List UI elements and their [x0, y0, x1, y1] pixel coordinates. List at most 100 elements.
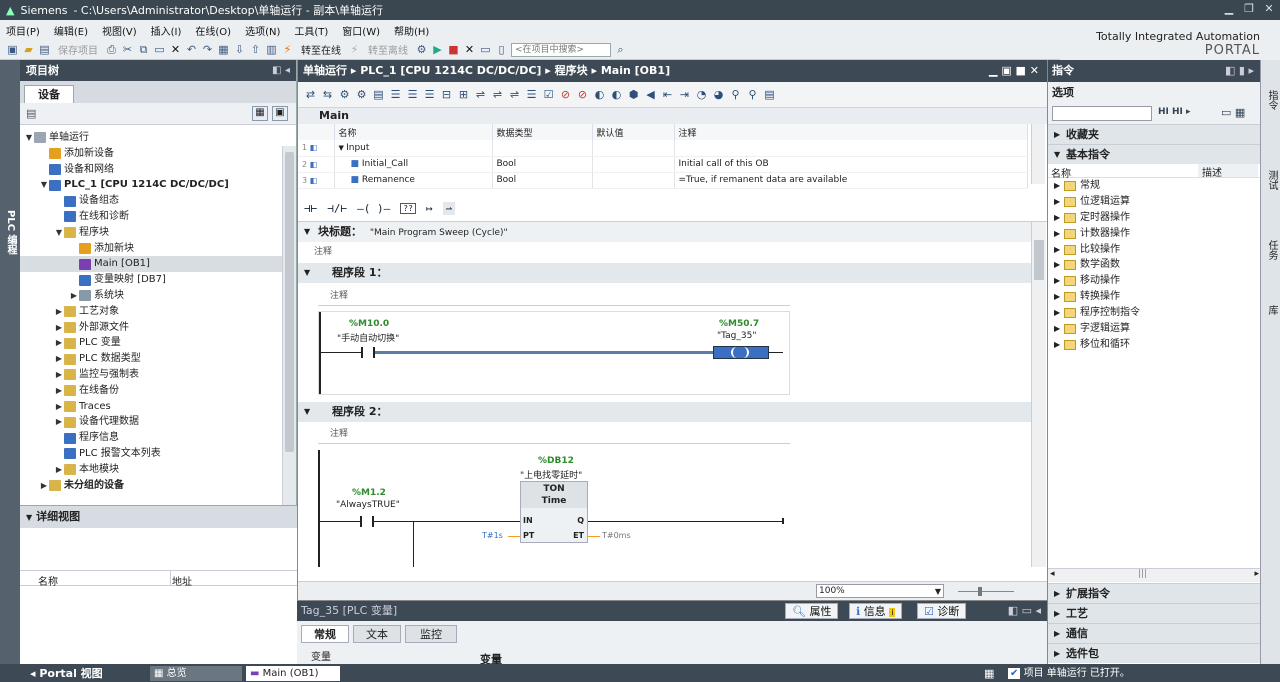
- chevron-right-icon[interactable]: ▶: [1054, 178, 1064, 194]
- instruction-folder[interactable]: ▶ 常规: [1048, 178, 1260, 194]
- chevron-right-icon[interactable]: ▶: [1054, 242, 1064, 258]
- col-desc[interactable]: 描述: [1198, 164, 1258, 179]
- timer-name[interactable]: "上电找零延时": [520, 468, 582, 481]
- tree-item[interactable]: 设备和网络: [20, 162, 283, 178]
- editor-tool-icon[interactable]: ⊞: [457, 88, 470, 101]
- chevron-right-icon[interactable]: ▶: [1054, 289, 1064, 305]
- technology-section[interactable]: ▶ 工艺: [1048, 603, 1261, 623]
- tree-item[interactable]: ▶ 本地模块: [20, 462, 283, 478]
- undo-icon[interactable]: ↶: [185, 43, 198, 56]
- editor-tool-icon[interactable]: ⇆: [321, 88, 334, 101]
- editor-tool-icon[interactable]: ⇌: [508, 88, 521, 101]
- instruction-folder[interactable]: ▶ 定时器操作: [1048, 210, 1260, 226]
- tree-item[interactable]: ▶ PLC 变量: [20, 335, 283, 351]
- instruction-tools-icon[interactable]: HI HI ▸: [1158, 107, 1191, 117]
- timer-address[interactable]: %DB12: [538, 456, 574, 466]
- table-row[interactable]: 3 ◧ ■ Remanence Bool =True, if remanent …: [298, 172, 1028, 189]
- basic-instructions-section[interactable]: ▼ 基本指令: [1048, 144, 1260, 164]
- coil-1-name[interactable]: "Tag_35": [717, 331, 756, 341]
- editor-tool-icon[interactable]: ☰: [423, 88, 436, 101]
- menu-tools[interactable]: 工具(T): [294, 23, 328, 38]
- contact-2-address[interactable]: %M1.2: [352, 488, 386, 498]
- tree-item[interactable]: ▶ 外部源文件: [20, 320, 283, 336]
- chevron-right-icon[interactable]: ▶: [1054, 257, 1064, 273]
- chevron-right-icon[interactable]: ▶: [54, 414, 64, 430]
- editor-tool-icon[interactable]: ☰: [406, 88, 419, 101]
- editor-tool-icon[interactable]: ◐: [610, 88, 623, 101]
- instruction-folder[interactable]: ▶ 位逻辑运算: [1048, 194, 1260, 210]
- crumb-main[interactable]: Main [OB1]: [601, 64, 670, 77]
- editor-tool-icon[interactable]: ☰: [389, 88, 402, 101]
- instruction-folder[interactable]: ▶ 移动操作: [1048, 273, 1260, 289]
- print-icon[interactable]: ⎙: [105, 43, 118, 56]
- col-datatype[interactable]: 数据类型: [492, 124, 593, 140]
- zoom-slider-handle[interactable]: [978, 587, 982, 596]
- editor-tool-icon[interactable]: ⬢: [627, 88, 640, 101]
- tree-item[interactable]: 添加新设备: [20, 146, 283, 162]
- zoom-slider[interactable]: [958, 591, 1014, 592]
- tree-item[interactable]: 程序信息: [20, 430, 283, 446]
- chevron-right-icon[interactable]: ▶: [1054, 226, 1064, 242]
- table-row[interactable]: 2 ◧ ■ Initial_Call Bool Initial call of …: [298, 156, 1028, 173]
- delete-icon[interactable]: ✕: [169, 43, 182, 56]
- ladder-scrollbar[interactable]: [1031, 222, 1046, 567]
- editor-tool-icon[interactable]: ▤: [763, 88, 776, 101]
- cut-icon[interactable]: ✂: [121, 43, 134, 56]
- search-go-icon[interactable]: ⌕: [614, 43, 627, 56]
- col-comment[interactable]: 注释: [674, 124, 1028, 140]
- editor-tool-icon[interactable]: ⇄: [304, 88, 317, 101]
- accessible-devices-icon[interactable]: ⚙: [415, 43, 428, 56]
- new-project-icon[interactable]: ▣: [6, 43, 19, 56]
- devices-tab[interactable]: 设备: [24, 85, 74, 103]
- coil-1-address[interactable]: %M50.7: [719, 319, 759, 329]
- editor-tool-icon[interactable]: ⊟: [440, 88, 453, 101]
- go-online-button[interactable]: 转至在线: [301, 42, 341, 57]
- chevron-right-icon[interactable]: ▶: [1054, 273, 1064, 289]
- editor-tool-icon[interactable]: ☰: [525, 88, 538, 101]
- nc-contact-icon[interactable]: ⊣/⊢: [327, 202, 347, 215]
- split-vertical-icon[interactable]: ▯: [495, 43, 508, 56]
- tree-item[interactable]: ▼ 单轴运行: [20, 130, 283, 146]
- contact-1-address[interactable]: %M10.0: [349, 319, 389, 329]
- save-project-button[interactable]: 保存项目: [58, 42, 98, 57]
- stop-cpu-icon[interactable]: ■: [447, 43, 460, 56]
- close-branch-icon[interactable]: ⇀: [442, 202, 456, 215]
- main-ob1-tab[interactable]: ▬ Main (OB1): [246, 666, 340, 681]
- copy-icon[interactable]: ⧉: [137, 43, 150, 56]
- project-search-input[interactable]: <在项目中搜索>: [511, 42, 611, 57]
- diagnostics-button[interactable]: ☑ 诊断: [917, 603, 967, 619]
- go-online-icon[interactable]: ⚡: [281, 43, 294, 56]
- interface-scrollbar[interactable]: [1031, 124, 1045, 184]
- menu-project[interactable]: 项目(P): [6, 23, 40, 38]
- crumb-project[interactable]: 单轴运行: [303, 64, 347, 77]
- tree-item[interactable]: ▶ 未分组的设备: [20, 478, 283, 494]
- instruction-folder[interactable]: ▶ 数学函数: [1048, 257, 1260, 273]
- editor-tool-icon[interactable]: ◐: [593, 88, 606, 101]
- info-button[interactable]: ℹ 信息 i: [849, 603, 903, 619]
- tree-item[interactable]: ▶ Traces: [20, 399, 283, 415]
- network-2-comment[interactable]: 注释: [330, 426, 348, 439]
- extended-instructions-section[interactable]: ▶ 扩展指令: [1048, 583, 1261, 603]
- editor-tool-icon[interactable]: ◀: [644, 88, 657, 101]
- instruction-folder[interactable]: ▶ 比较操作: [1048, 242, 1260, 258]
- plc-programming-tab[interactable]: PLC 编程: [3, 210, 18, 255]
- chevron-down-icon[interactable]: ▼: [339, 144, 347, 152]
- tree-item[interactable]: ▼ 程序块: [20, 225, 283, 241]
- tree-item[interactable]: ▶ 在线备份: [20, 383, 283, 399]
- chevron-right-icon[interactable]: ▶: [1054, 194, 1064, 210]
- split-horizontal-icon[interactable]: ▭: [479, 43, 492, 56]
- tab-tasks[interactable]: 任务: [1264, 240, 1279, 260]
- chevron-right-icon[interactable]: ▶: [54, 367, 64, 383]
- chevron-right-icon[interactable]: ▶: [1054, 337, 1064, 353]
- tree-item[interactable]: ▶ 系统块: [20, 288, 283, 304]
- editor-tool-icon[interactable]: ⚙: [355, 88, 368, 101]
- instructions-hscroll[interactable]: ◂ ||| ▸: [1048, 568, 1261, 582]
- menu-insert[interactable]: 插入(I): [151, 23, 182, 38]
- tree-item[interactable]: 变量映射 [DB7]: [20, 272, 283, 288]
- portal-view-button[interactable]: ◂ Portal 视图: [30, 666, 103, 681]
- tree-item[interactable]: 在线和诊断: [20, 209, 283, 225]
- properties-left-label[interactable]: 变量: [311, 648, 331, 663]
- close-button[interactable]: ✕: [1262, 2, 1276, 16]
- panel-controls-icon[interactable]: ◧ ◂: [272, 60, 290, 81]
- editor-tool-icon[interactable]: ◔: [695, 88, 708, 101]
